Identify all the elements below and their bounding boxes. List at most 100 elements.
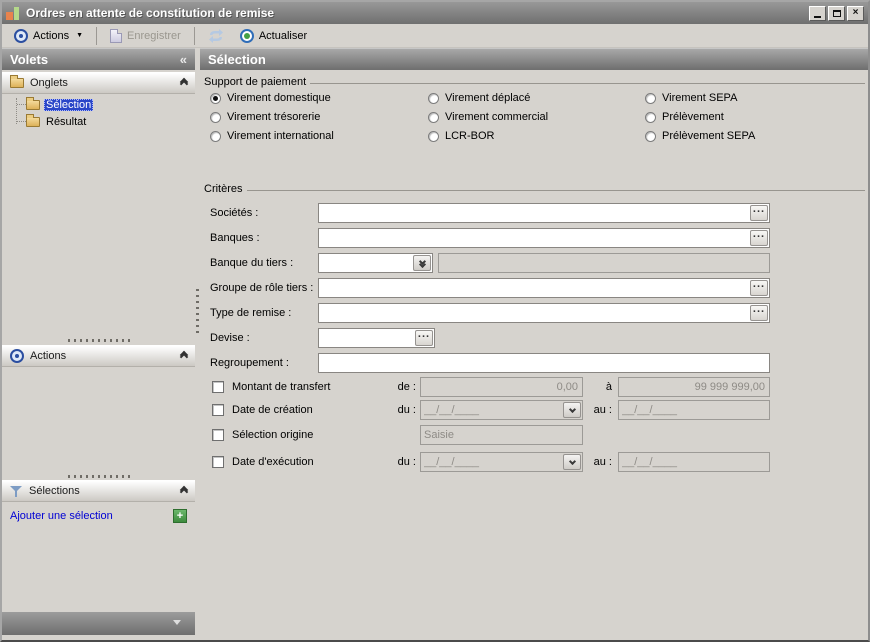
date-execution-au-field [618,452,770,472]
banque-tiers-name-field [438,253,770,273]
banques-input[interactable] [322,232,750,244]
montant-de-input [424,381,581,393]
add-selection-row: Ajouter une sélection + [2,506,195,526]
radio-prelevement-sepa[interactable]: Prélèvement SEPA [645,130,755,142]
tree-item-resultat[interactable]: Résultat [26,114,88,130]
radio-virement-domestique[interactable]: Virement domestique [210,92,331,104]
radio-label: Virement commercial [445,111,548,123]
devise-browse-button[interactable]: ... [415,330,433,346]
devise-input[interactable] [322,332,415,344]
radio-label: Virement SEPA [662,92,737,104]
save-icon [110,29,122,43]
date-creation-du-input [424,404,563,416]
actualiser-icon [240,29,254,43]
groupe-role-label: Groupe de rôle tiers : [210,282,313,294]
devise-field: ... [318,328,435,348]
societes-browse-button[interactable]: ... [750,205,768,221]
actions-target-icon [10,349,24,363]
application-window: Ordres en attente de constitution de rem… [0,0,870,642]
banque-tiers-name-input [442,257,768,269]
main-panel-header: Sélection [200,48,868,70]
onglets-section-header[interactable]: Onglets [2,72,195,94]
type-remise-label: Type de remise : [210,307,291,319]
chevron-up-icon[interactable] [181,81,187,85]
actualiser-button[interactable]: Actualiser [234,27,313,45]
filter-funnel-icon [10,485,23,498]
radio-virement-commercial[interactable]: Virement commercial [428,111,548,123]
tree-guide-stub [17,104,26,105]
radio-icon [210,112,221,123]
tree-item-selection[interactable]: Sélection [26,97,93,113]
date-execution-checkbox[interactable] [212,456,224,468]
radio-virement-international[interactable]: Virement international [210,130,334,142]
montant-label: Montant de transfert [232,381,330,393]
banque-tiers-dropdown-button[interactable] [413,255,431,271]
date-creation-au-input [622,404,768,416]
folder-icon [10,78,24,88]
date-execution-dropdown-button[interactable] [563,454,581,470]
groupbox-line [247,190,865,191]
chevron-up-icon[interactable] [181,354,187,358]
date-creation-au-label: au : [592,404,612,416]
regroupement-field [318,353,770,373]
date-execution-label: Date d'exécution [232,456,314,468]
regroupement-label: Regroupement : [210,357,289,369]
splitter-handle[interactable] [68,475,130,478]
refresh-arrows-button[interactable] [202,27,230,45]
actions-section-label: Actions [30,350,66,362]
radio-icon [428,93,439,104]
type-remise-input[interactable] [322,307,750,319]
societes-input[interactable] [322,207,750,219]
radio-icon [210,131,221,142]
toolbar-separator [96,27,97,45]
minimize-icon [814,16,821,18]
save-button[interactable]: Enregistrer [104,27,187,45]
type-remise-browse-button[interactable]: ... [750,305,768,321]
splitter-handle[interactable] [68,339,130,342]
collapse-sidebar-icon[interactable]: « [180,52,187,67]
radio-virement-sepa[interactable]: Virement SEPA [645,92,737,104]
montant-checkbox[interactable] [212,381,224,393]
date-creation-du-field [420,400,583,420]
groupe-role-browse-button[interactable]: ... [750,280,768,296]
criteres-groupbox-legend: Critères [204,183,865,195]
banque-tiers-input[interactable] [322,257,413,269]
minimize-button[interactable] [809,6,826,21]
maximize-button[interactable] [828,6,845,21]
chevron-down-icon [173,620,181,625]
chevron-down-icon: ▼ [76,32,83,39]
radio-prelevement[interactable]: Prélèvement [645,111,724,123]
title-bar: Ordres en attente de constitution de rem… [2,2,868,24]
date-execution-au-label: au : [592,456,612,468]
actions-menu-button[interactable]: Actions ▼ [8,27,89,45]
montant-de-label: de : [378,381,416,393]
toolbar-separator [194,27,195,45]
add-selection-button[interactable]: + [173,509,187,523]
selection-origine-checkbox[interactable] [212,429,224,441]
societes-field: ... [318,203,770,223]
date-execution-au-input [622,456,768,468]
banques-browse-button[interactable]: ... [750,230,768,246]
date-creation-checkbox[interactable] [212,404,224,416]
vertical-splitter-handle[interactable] [196,289,199,333]
chevron-up-icon[interactable] [181,489,187,493]
selection-origine-label: Sélection origine [232,429,313,441]
volets-header: Volets « [2,48,195,70]
regroupement-input[interactable] [322,357,768,369]
volets-title: Volets [10,52,48,67]
date-creation-dropdown-button[interactable] [563,402,581,418]
radio-virement-deplace[interactable]: Virement déplacé [428,92,530,104]
montant-de-field [420,377,583,397]
groupe-role-input[interactable] [322,282,750,294]
sidebar-bottom-bar[interactable] [2,612,195,635]
actions-target-icon [14,29,28,43]
window-title: Ordres en attente de constitution de rem… [26,6,274,20]
radio-lcr-bor[interactable]: LCR-BOR [428,130,495,142]
selections-section-header[interactable]: Sélections [2,480,195,502]
close-button[interactable]: × [847,6,864,21]
add-selection-link[interactable]: Ajouter une sélection [10,510,113,522]
maximize-icon [833,10,841,17]
radio-label: Prélèvement [662,111,724,123]
actions-section-header[interactable]: Actions [2,345,195,367]
radio-virement-tresorerie[interactable]: Virement trésorerie [210,111,320,123]
